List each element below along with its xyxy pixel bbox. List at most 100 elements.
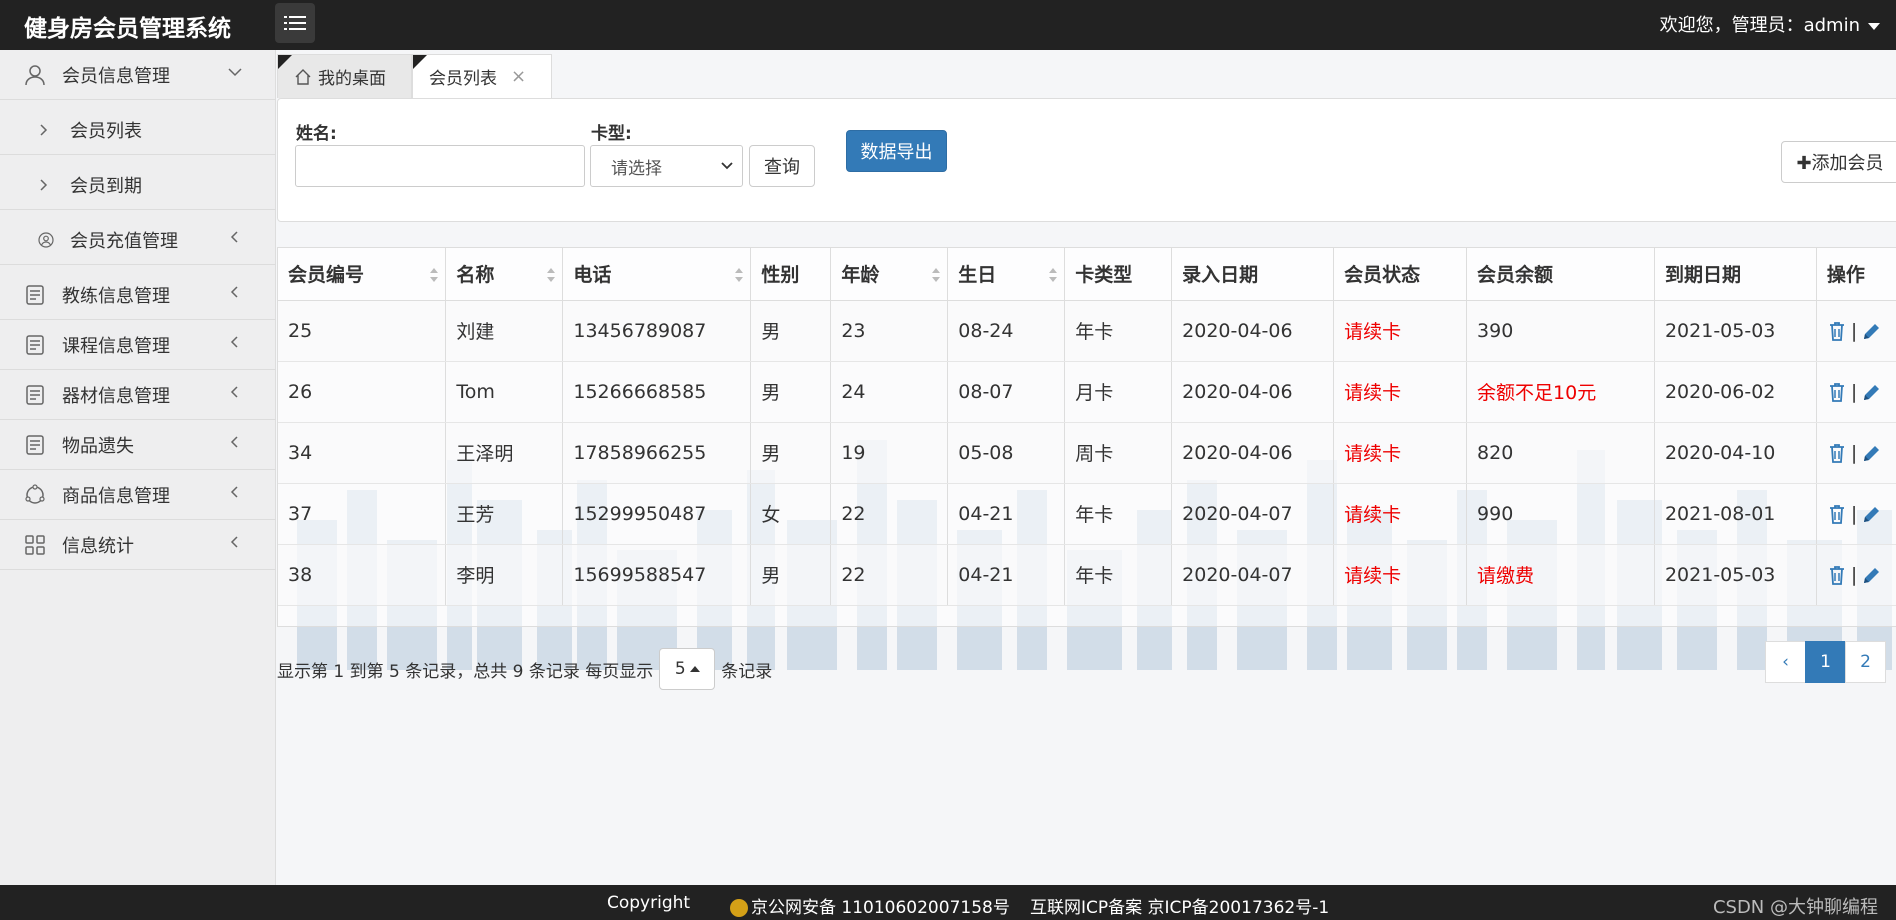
prev-page-button[interactable]: ‹ (1765, 641, 1806, 683)
col-header-expire-date: 到期日期 (1654, 248, 1817, 301)
tab-label: 我的桌面 (318, 69, 386, 89)
table-cell: 男 (750, 361, 832, 423)
sidebar-item-lost-items[interactable]: 物品遗失 (0, 420, 276, 470)
sidebar-item-coach-info[interactable]: 教练信息管理 (0, 270, 276, 320)
sidebar-item-member-info[interactable]: 会员信息管理 (0, 50, 276, 100)
table-cell: 2020-04-10 (1654, 422, 1817, 484)
table-cell: 王泽明 (445, 422, 564, 484)
trash-icon[interactable] (1827, 442, 1847, 464)
table-cell: 月卡 (1064, 361, 1173, 423)
table-cell: 820 (1466, 422, 1655, 484)
sidebar-item-label: 会员列表 (70, 120, 142, 142)
sidebar-item-goods-info[interactable]: 商品信息管理 (0, 470, 276, 520)
grid-icon (25, 535, 45, 555)
table-cell: 男 (750, 544, 832, 606)
chevron-down-icon (721, 162, 733, 170)
sidebar-item-statistics[interactable]: 信息统计 (0, 520, 276, 570)
col-header-age[interactable]: 年龄 (830, 248, 949, 301)
footer-police-record[interactable]: 京公网安备 11010602007158号 (730, 893, 1010, 918)
table-cell: 15699588547 (562, 544, 752, 606)
trash-icon[interactable] (1827, 381, 1847, 403)
sidebar-item-member-expire[interactable]: 会员到期 (0, 160, 276, 210)
card-type-value: 请选择 (611, 158, 662, 179)
table-row: 38 李明 15699588547 男 22 04-21 年卡 2020-04-07 请续卡 请缴… (278, 544, 1896, 606)
user-circle-icon (38, 232, 54, 248)
sidebar-item-member-recharge[interactable]: 会员充值管理 (0, 215, 276, 265)
footer-icp-record[interactable]: 互联网ICP备案 京ICP备20017362号-1 (1030, 893, 1329, 918)
member-table: 会员编号 名称 电话 性别 年龄 生日 卡类型 录入日期 会员状态 会员余额 到… (278, 248, 1896, 606)
actions-cell: | (1816, 483, 1896, 545)
trash-icon[interactable] (1827, 503, 1847, 525)
name-input[interactable] (295, 145, 585, 187)
menu-toggle-button[interactable] (275, 3, 315, 43)
table-cell: 2020-06-02 (1654, 361, 1817, 423)
page-size-selector[interactable]: 5 (659, 648, 716, 690)
actions-cell: | (1816, 544, 1896, 606)
table-cell: 17858966255 (562, 422, 752, 484)
col-header-birthday[interactable]: 生日 (947, 248, 1066, 301)
tab-my-desktop[interactable]: 我的桌面 (277, 54, 412, 98)
sidebar: 会员信息管理 会员列表 会员到期 会员充值管理 教练信息管理 课程信息管理 器材… (0, 50, 276, 885)
add-member-button[interactable]: ✚添加会员 (1781, 141, 1896, 183)
table-cell: 08-24 (947, 300, 1066, 362)
chevron-left-icon (230, 436, 238, 448)
table-cell: 15299950487 (562, 483, 752, 545)
name-label: 姓名: (296, 124, 337, 144)
table-cell: 2021-05-03 (1654, 300, 1817, 362)
table-cell: Tom (445, 361, 564, 423)
member-table-container: 会员编号 名称 电话 性别 年龄 生日 卡类型 录入日期 会员状态 会员余额 到… (277, 247, 1896, 627)
chevron-right-icon (40, 124, 48, 136)
table-cell: 请续卡 (1333, 422, 1468, 484)
table-cell: 990 (1466, 483, 1655, 545)
chevron-down-icon (228, 68, 242, 77)
edit-pencil-icon[interactable] (1861, 320, 1881, 342)
edit-pencil-icon[interactable] (1861, 381, 1881, 403)
trash-icon[interactable] (1827, 320, 1847, 342)
user-menu[interactable]: 欢迎您，管理员：admin (1660, 11, 1880, 37)
table-row: 37 王芳 15299950487 女 22 04-21 年卡 2020-04-07 请续卡 99… (278, 483, 1896, 545)
col-header-phone[interactable]: 电话 (562, 248, 752, 301)
table-cell: 李明 (445, 544, 564, 606)
table-cell: 2020-04-06 (1171, 422, 1335, 484)
table-row: 26 Tom 15266668585 男 24 08-07 月卡 2020-04-06 请续卡余… (278, 361, 1896, 423)
col-header-id[interactable]: 会员编号 (278, 248, 447, 301)
caret-up-icon (689, 666, 700, 672)
card-type-select[interactable]: 请选择 (590, 145, 743, 187)
table-cell: 26 (278, 361, 447, 423)
pagination-info-prefix: 显示第 1 到第 5 条记录，总共 9 条记录 每页显示 (277, 661, 654, 682)
action-separator: | (1850, 319, 1858, 342)
document-icon (26, 435, 44, 455)
sidebar-item-label: 教练信息管理 (62, 285, 170, 307)
edit-pencil-icon[interactable] (1861, 564, 1881, 586)
table-cell: 38 (278, 544, 447, 606)
tab-label: 会员列表 (429, 69, 497, 89)
actions-cell: | (1816, 422, 1896, 484)
pagination-info: 显示第 1 到第 5 条记录，总共 9 条记录 每页显示 5 条记录 (277, 647, 772, 691)
edit-pencil-icon[interactable] (1861, 442, 1881, 464)
top-navbar: 健身房会员管理系统 欢迎您，管理员：admin (0, 0, 1896, 50)
sidebar-item-label: 商品信息管理 (62, 485, 170, 507)
sidebar-item-course-info[interactable]: 课程信息管理 (0, 320, 276, 370)
sidebar-item-member-list[interactable]: 会员列表 (0, 105, 276, 155)
table-cell: 男 (750, 300, 832, 362)
tab-member-list[interactable]: 会员列表 × (412, 54, 552, 98)
search-panel: 姓名: 卡型: 请选择 查询 数据导出 ✚添加会员 (277, 98, 1896, 222)
trash-icon[interactable] (1827, 564, 1847, 586)
table-cell: 23 (830, 300, 949, 362)
col-header-name[interactable]: 名称 (445, 248, 564, 301)
edit-pencil-icon[interactable] (1861, 503, 1881, 525)
page-button-2[interactable]: 2 (1845, 641, 1886, 683)
sidebar-item-label: 信息统计 (62, 535, 134, 557)
table-cell: 请续卡 (1333, 483, 1468, 545)
table-cell: 34 (278, 422, 447, 484)
table-cell: 年卡 (1064, 544, 1173, 606)
table-cell: 04-21 (947, 544, 1066, 606)
table-cell: 请续卡 (1333, 544, 1468, 606)
close-icon[interactable]: × (511, 66, 526, 87)
table-cell: 2020-04-06 (1171, 300, 1335, 362)
sidebar-item-equipment-info[interactable]: 器材信息管理 (0, 370, 276, 420)
query-button[interactable]: 查询 (749, 145, 815, 187)
page-button-1[interactable]: 1 (1805, 641, 1846, 683)
export-data-button[interactable]: 数据导出 (846, 130, 947, 172)
caret-down-icon (1868, 22, 1880, 30)
